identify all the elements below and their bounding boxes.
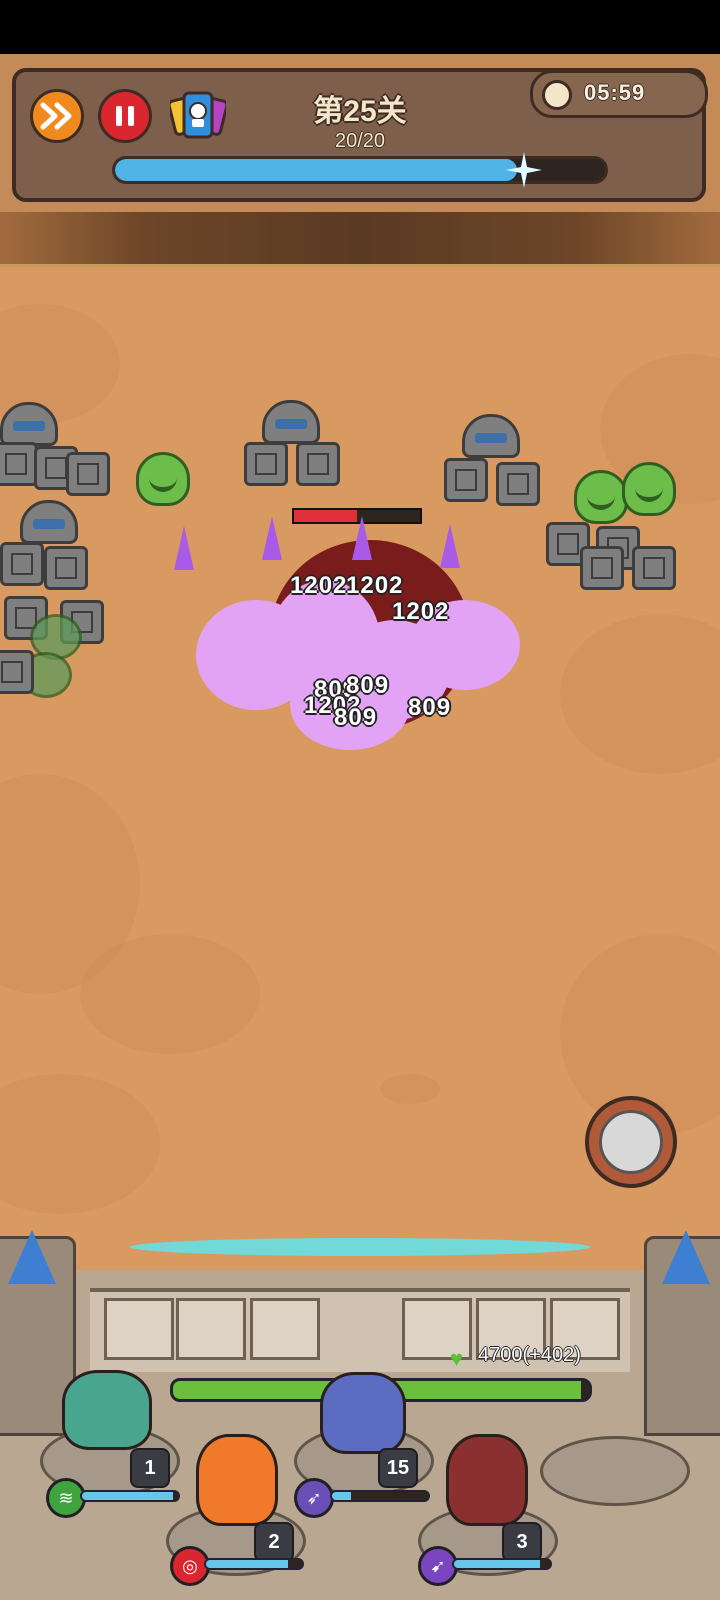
hero-mana-bar bbox=[452, 1558, 552, 1570]
food-dish-icon bbox=[599, 1110, 663, 1174]
crystal-icon bbox=[8, 1230, 56, 1284]
food-skill-button[interactable] bbox=[585, 1096, 677, 1188]
arrow-projectile bbox=[262, 516, 282, 560]
card-icon bbox=[167, 91, 229, 139]
damage-number: 1202 bbox=[392, 598, 450, 625]
wave-banner bbox=[0, 212, 720, 267]
hero-mana-fill bbox=[82, 1492, 174, 1500]
card-collection-button[interactable] bbox=[167, 89, 229, 143]
hero-deer-mage[interactable] bbox=[62, 1370, 152, 1450]
wall-brick bbox=[176, 1298, 246, 1360]
fast-forward-button[interactable] bbox=[30, 89, 84, 143]
stone-block bbox=[496, 462, 540, 506]
hero-mana-bar bbox=[204, 1558, 304, 1570]
pause-button[interactable] bbox=[98, 89, 152, 143]
hero-frost-archer[interactable] bbox=[320, 1372, 406, 1454]
hero-level-badge: 1 bbox=[130, 1448, 170, 1488]
stone-block bbox=[66, 452, 110, 496]
hero-level-badge: 2 bbox=[254, 1522, 294, 1562]
wave-counter: 20/20 bbox=[334, 130, 386, 152]
stone-block bbox=[580, 546, 624, 590]
hero-mana-fill bbox=[206, 1560, 288, 1568]
shield-beam bbox=[130, 1238, 590, 1256]
arrow-volley-icon[interactable]: ➶ bbox=[294, 1478, 334, 1518]
crystal-icon bbox=[662, 1230, 710, 1284]
status-bar bbox=[0, 0, 720, 54]
green-slime-enemy bbox=[622, 462, 676, 516]
damage-number: 809 bbox=[408, 694, 452, 721]
hero-level-badge: 15 bbox=[378, 1448, 418, 1488]
damage-number: 1202 bbox=[346, 572, 404, 599]
stone-block bbox=[296, 442, 340, 486]
stone-block bbox=[244, 442, 288, 486]
fast-forward-icon bbox=[40, 102, 72, 130]
timer-text: 05:59 bbox=[584, 80, 646, 105]
stone-block bbox=[0, 650, 34, 694]
wave-progress-fill bbox=[115, 159, 517, 181]
stone-block bbox=[0, 442, 38, 486]
spark-icon bbox=[504, 150, 544, 190]
hero-level-badge: 3 bbox=[502, 1522, 542, 1562]
stone-block bbox=[0, 542, 44, 586]
level-title: 第25关 bbox=[313, 95, 407, 128]
hero-mana-fill bbox=[332, 1492, 352, 1500]
damage-number: 1202 bbox=[290, 572, 348, 599]
green-slime-enemy bbox=[136, 452, 190, 506]
hero-dark-crossbow[interactable] bbox=[446, 1434, 528, 1526]
empty-hero-pad[interactable] bbox=[540, 1436, 690, 1506]
green-slime-enemy bbox=[574, 470, 628, 524]
damage-number: 809 bbox=[334, 704, 378, 731]
stone-block bbox=[444, 458, 488, 502]
arrow-projectile bbox=[352, 516, 372, 560]
hero-mana-fill bbox=[454, 1560, 541, 1568]
clock-icon bbox=[542, 80, 572, 110]
hero-mana-bar bbox=[80, 1490, 180, 1502]
heart-icon: ♥ bbox=[450, 1346, 464, 1371]
stone-block bbox=[44, 546, 88, 590]
boss-hp-fill bbox=[294, 510, 357, 522]
wall-brick bbox=[104, 1298, 174, 1360]
wall-brick bbox=[250, 1298, 320, 1360]
arrow-projectile bbox=[440, 524, 460, 568]
stone-block bbox=[632, 546, 676, 590]
pause-icon bbox=[116, 106, 134, 126]
wall-hp-text: 4700(+402) bbox=[478, 1344, 581, 1366]
hero-mana-bar bbox=[330, 1490, 430, 1502]
arrow-projectile bbox=[174, 526, 194, 570]
hero-fire[interactable] bbox=[196, 1434, 278, 1526]
